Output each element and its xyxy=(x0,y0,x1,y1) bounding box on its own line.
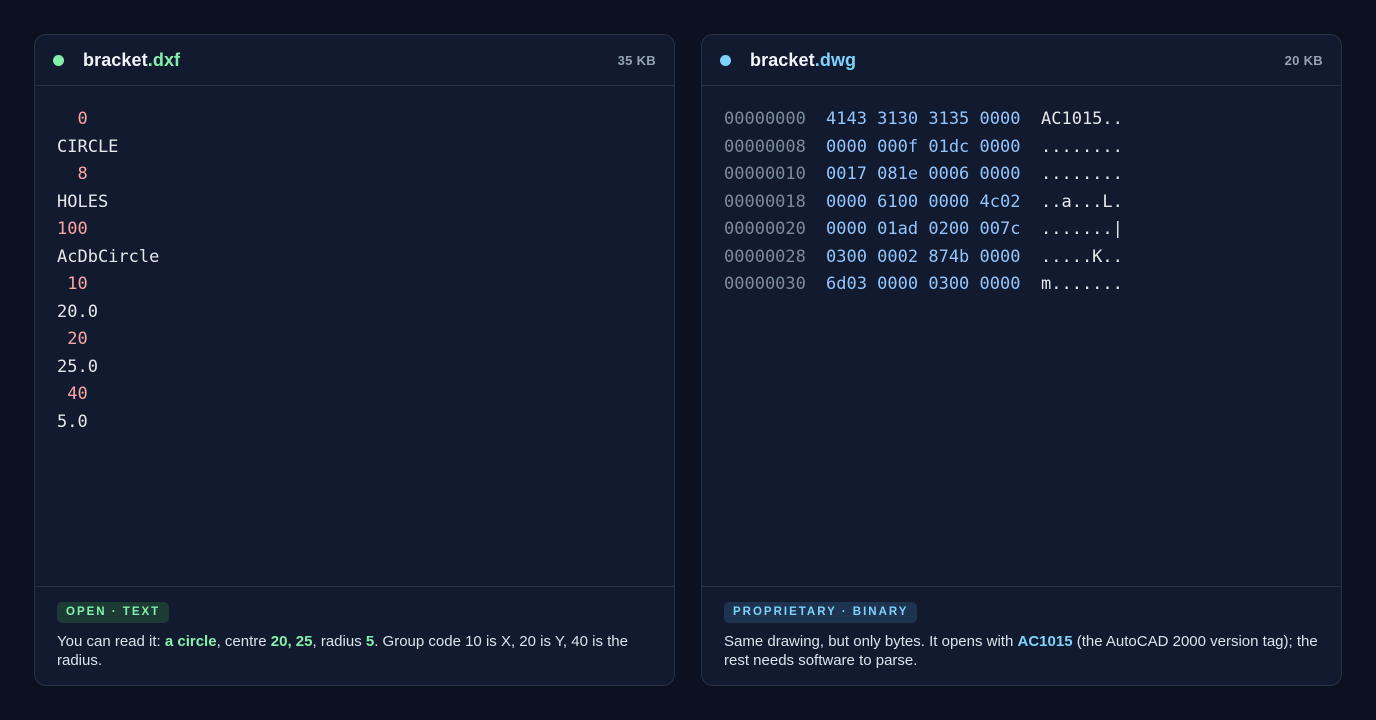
dwg-filename-ext: .dwg xyxy=(814,49,857,70)
open-text-badge: OPEN · TEXT xyxy=(57,602,170,623)
hex-bytes: 0000 6100 0000 4c02 xyxy=(826,191,1021,212)
hex-bytes: 0000 01ad 0200 007c xyxy=(826,219,1021,239)
dxf-group-code: 8 xyxy=(57,164,88,184)
dxf-group-value: AcDbCircle xyxy=(57,246,160,267)
dxf-desc-highlight: 5 xyxy=(365,633,375,650)
hex-offset: 00000028 xyxy=(724,246,806,267)
hex-bytes: 0300 0002 874b 0000 xyxy=(826,246,1021,267)
dxf-filename-ext: .dxf xyxy=(147,49,181,70)
dwg-desc-highlight: AC1015 xyxy=(1017,633,1073,650)
dxf-desc-part: , radius xyxy=(312,633,366,650)
dxf-group-value: 20.0 xyxy=(57,301,98,322)
hex-ascii: .......| xyxy=(1041,219,1123,239)
dwg-file-size: 20 KB xyxy=(1284,52,1323,68)
dxf-group-code: 0 xyxy=(57,109,88,129)
hex-offset: 00000010 xyxy=(724,164,806,184)
dwg-description: Same drawing, but only bytes. It opens w… xyxy=(724,632,1319,670)
hex-offset: 00000000 xyxy=(724,109,806,129)
dxf-group-value: 25.0 xyxy=(57,356,98,377)
dwg-panel-footer: PROPRIETARY · BINARY Same drawing, but o… xyxy=(702,586,1341,685)
dxf-desc-highlight: a circle xyxy=(164,633,217,650)
status-dot-icon xyxy=(53,54,64,66)
hex-ascii: ........ xyxy=(1041,164,1123,184)
dxf-panel-header: bracket.dxf 35 KB xyxy=(35,35,674,86)
hex-bytes: 0000 000f 01dc 0000 xyxy=(826,136,1021,157)
dwg-file-panel: bracket.dwg 20 KB 00000000 4143 3130 3135… xyxy=(701,34,1342,686)
dxf-desc-highlight: 20, 25 xyxy=(270,633,313,650)
hex-row: 00000010 0017 081e 0006 0000........ xyxy=(724,161,1319,189)
dxf-group-code: 20 xyxy=(57,329,88,349)
dwg-filename: bracket.dwg xyxy=(750,50,856,71)
dxf-group-value: CIRCLE xyxy=(57,136,119,157)
dxf-text-content: 0 CIRCLE 8 HOLES 100 AcDbCircle 10 20.0 20 25.… xyxy=(35,87,674,587)
dwg-filename-base: bracket xyxy=(750,49,815,70)
dxf-desc-part: , centre xyxy=(216,633,271,650)
hex-bytes: 0017 081e 0006 0000 xyxy=(826,164,1021,184)
hex-offset: 00000008 xyxy=(724,136,806,157)
dxf-group-code: 100 xyxy=(57,219,88,239)
hex-ascii: ........ xyxy=(1041,136,1123,157)
hex-row: 00000028 0300 0002 874b 0000 .....K.. xyxy=(724,244,1319,272)
hex-ascii: ..a...L. xyxy=(1041,191,1123,212)
dxf-panel-footer: OPEN · TEXT You can read it: a circle, c… xyxy=(35,586,674,685)
dxf-desc-part: You can read it: xyxy=(57,633,165,650)
status-dot-icon xyxy=(720,54,731,66)
hex-row: 00000018 0000 6100 0000 4c02 ..a...L. xyxy=(724,189,1319,217)
dwg-desc-part: Same drawing, but only bytes. It opens w… xyxy=(724,633,1018,650)
dxf-group-value: 5.0 xyxy=(57,411,88,432)
dxf-filename-base: bracket xyxy=(83,49,148,70)
dwg-hex-dump: 00000000 4143 3130 3135 0000 AC1015.. 00000… xyxy=(702,87,1341,587)
dxf-filename: bracket.dxf xyxy=(83,50,180,71)
hex-row: 00000008 0000 000f 01dc 0000........ xyxy=(724,134,1319,162)
hex-bytes: 6d03 0000 0300 0000 xyxy=(826,274,1021,294)
hex-offset: 00000020 xyxy=(724,219,806,239)
hex-row: 00000030 6d03 0000 0300 0000 m....... xyxy=(724,271,1319,299)
hex-row: 00000020 0000 01ad 0200 007c .......| xyxy=(724,216,1319,244)
dxf-description: You can read it: a circle, centre 20, 25… xyxy=(57,632,652,670)
dxf-file-panel: bracket.dxf 35 KB 0 CIRCLE 8 HOLES 100 AcDbC… xyxy=(34,34,675,686)
hex-offset: 00000018 xyxy=(724,191,806,212)
hex-ascii: AC1015.. xyxy=(1041,109,1123,129)
dwg-panel-header: bracket.dwg 20 KB xyxy=(702,35,1341,86)
dxf-file-size: 35 KB xyxy=(617,52,656,68)
dxf-group-value: HOLES xyxy=(57,191,109,212)
hex-offset: 00000030 xyxy=(724,274,806,294)
hex-row: 00000000 4143 3130 3135 0000 AC1015.. xyxy=(724,106,1319,134)
dxf-group-code: 10 xyxy=(57,274,88,294)
hex-ascii: m....... xyxy=(1041,274,1123,294)
hex-bytes: 4143 3130 3135 0000 xyxy=(826,109,1021,129)
proprietary-binary-badge: PROPRIETARY · BINARY xyxy=(724,602,918,623)
hex-ascii: .....K.. xyxy=(1041,246,1123,267)
dxf-group-code: 40 xyxy=(57,384,88,404)
